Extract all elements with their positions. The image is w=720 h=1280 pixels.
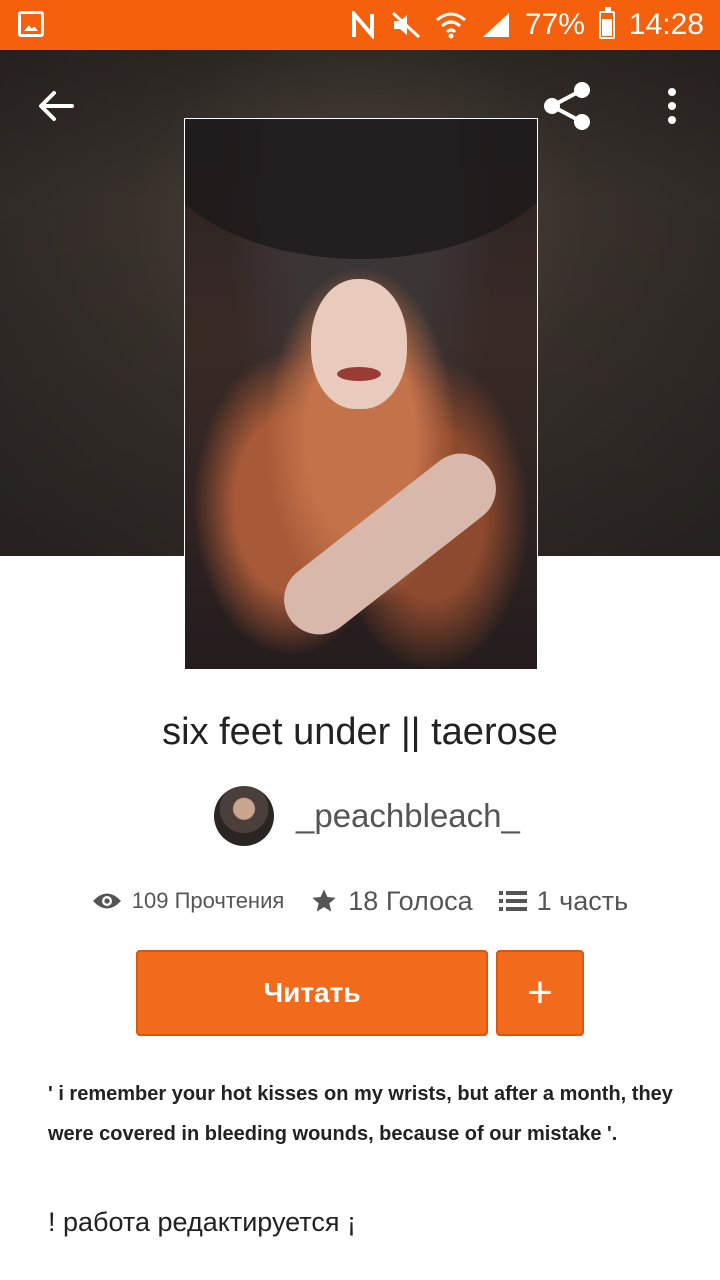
reads-stat: 109 Прочтения: [92, 888, 285, 914]
battery-percent: 77%: [524, 8, 585, 41]
share-icon: [544, 82, 590, 130]
author-name[interactable]: _peachbleach_: [296, 797, 520, 835]
author-avatar[interactable]: [214, 786, 274, 846]
mute-icon: [391, 11, 421, 39]
share-button[interactable]: [542, 80, 594, 132]
story-description: ' i remember your hot kisses on my wrist…: [48, 1074, 678, 1242]
status-note: ! работа редактируется ¡: [48, 1207, 356, 1237]
nfc-icon: [351, 11, 377, 39]
signal-icon: [481, 11, 511, 39]
list-icon: [498, 891, 527, 911]
author-link[interactable]: _peachbleach_: [214, 786, 520, 846]
clock: 14:28: [628, 8, 704, 41]
more-options-button[interactable]: [660, 86, 684, 126]
back-arrow-icon: [39, 91, 74, 121]
wifi-icon: [435, 11, 467, 39]
eye-icon: [92, 893, 121, 909]
story-title: six feet under || taerose: [162, 711, 558, 753]
votes-count: 18 Голоса: [348, 885, 473, 916]
back-button[interactable]: [36, 86, 76, 126]
battery-icon: [598, 7, 615, 39]
parts-stat[interactable]: 1 часть: [498, 886, 629, 917]
reads-count: 109 Прочтения: [131, 888, 285, 913]
more-vert-icon: [668, 88, 676, 124]
star-icon: [312, 889, 336, 912]
parts-count[interactable]: 1 часть: [537, 886, 629, 917]
story-stats: 109 Прочтения 18 Голоса 1 часть: [0, 878, 720, 924]
add-to-library-button[interactable]: +: [496, 950, 584, 1036]
story-cover-image[interactable]: [184, 118, 538, 670]
read-button[interactable]: Читать: [136, 950, 488, 1036]
status-bar: 77% 14:28: [0, 0, 720, 50]
description-text: ' i remember your hot kisses on my wrist…: [48, 1083, 673, 1145]
votes-stat: 18 Голоса: [310, 885, 473, 917]
gallery-icon: [18, 11, 44, 37]
